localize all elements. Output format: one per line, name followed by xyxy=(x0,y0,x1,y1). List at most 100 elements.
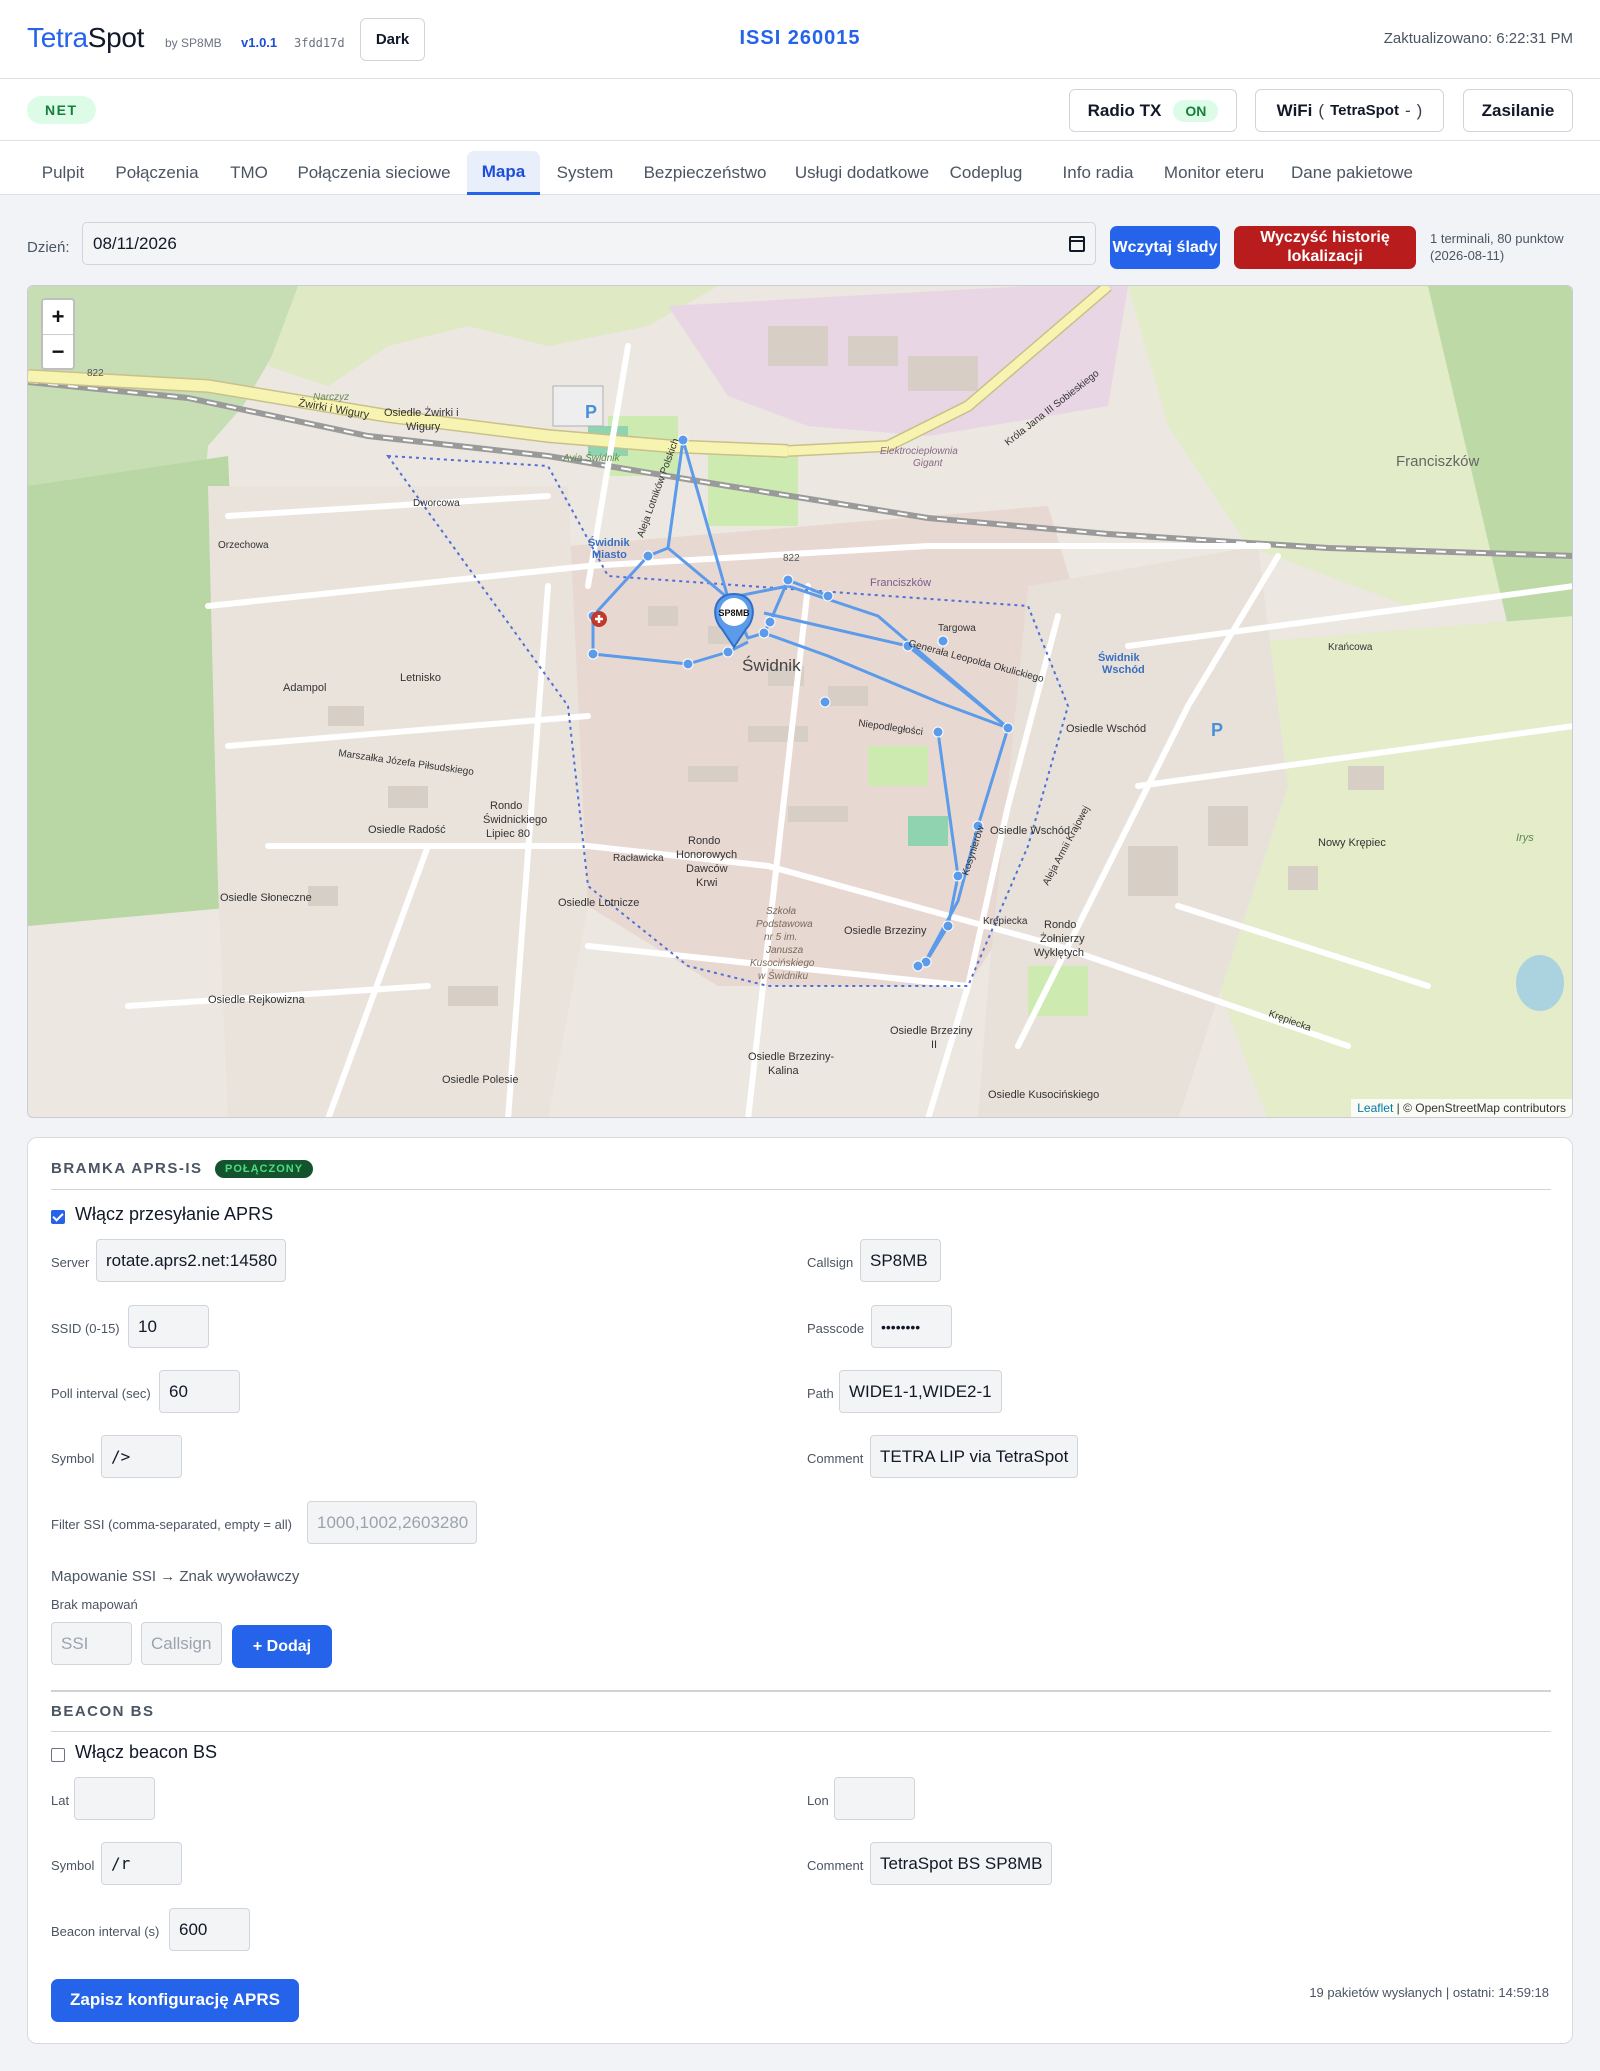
station-label-swidnik-wschod: Świdnik xyxy=(1098,651,1140,664)
lon-label: Lon xyxy=(807,1793,829,1808)
zoom-in-button[interactable]: + xyxy=(43,300,73,334)
aprs-enable-checkbox[interactable] xyxy=(51,1210,65,1224)
callsign-label: Callsign xyxy=(807,1255,854,1270)
add-mapping-button[interactable]: + Dodaj xyxy=(232,1625,332,1668)
place-label-rondo-krwi-4: Krwi xyxy=(696,877,717,889)
passcode-input[interactable]: •••••••• xyxy=(871,1305,952,1348)
place-label-os-rejkowizna: Osiedle Rejkowizna xyxy=(208,994,305,1006)
callsign-input[interactable]: SP8MB xyxy=(860,1239,941,1282)
calendar-icon[interactable] xyxy=(1069,235,1085,252)
tab-mapa[interactable]: Mapa xyxy=(467,151,540,195)
place-label-rondo-lipiec-2: Świdnickiego xyxy=(483,813,547,826)
place-label-os-polesie: Osiedle Polesie xyxy=(442,1074,518,1086)
road-number-822: 822 xyxy=(87,368,104,379)
tab-system[interactable]: System xyxy=(548,151,622,195)
wifi-button[interactable]: WiFi ( TetraSpot - ) xyxy=(1255,89,1444,132)
tab-monitor-eteru[interactable]: Monitor eteru xyxy=(1158,151,1270,195)
day-label: Dzień: xyxy=(27,239,70,256)
beacon-section-title: BEACON BS xyxy=(51,1703,155,1720)
zoom-out-button[interactable]: − xyxy=(43,334,73,368)
place-label-swidnik: Świdnik xyxy=(742,656,801,675)
place-label-os-zwirki: Osiedle Żwirki i xyxy=(384,406,459,419)
lat-input[interactable] xyxy=(74,1777,155,1820)
industrial-label-2: Gigant xyxy=(913,458,944,469)
clear-history-button[interactable]: Wyczyść historię lokalizacji xyxy=(1234,226,1416,269)
top-header: TetraSpot by SP8MB v1.0.1 3fdd17d Dark I… xyxy=(0,0,1600,79)
lon-input[interactable] xyxy=(834,1777,915,1820)
ssid-input[interactable]: 10 xyxy=(128,1305,209,1348)
theme-toggle-button[interactable]: Dark xyxy=(360,18,425,61)
place-label-rondo-zolnierzy-3: Wyklętych xyxy=(1034,947,1084,959)
tab-bezpieczenstwo[interactable]: Bezpieczeństwo xyxy=(631,151,779,195)
beacon-symbol-input[interactable]: /r xyxy=(101,1842,182,1885)
load-tracks-button[interactable]: Wczytaj ślady xyxy=(1110,226,1220,269)
tab-tmo[interactable]: TMO xyxy=(216,151,282,195)
school-label-4: Janusza xyxy=(765,945,804,956)
wifi-open-paren: ( xyxy=(1318,100,1325,120)
passcode-label: Passcode xyxy=(807,1321,865,1336)
place-label-rondo-zolnierzy-2: Żołnierzy xyxy=(1040,932,1085,945)
comment-input[interactable]: TETRA LIP via TetraSpot xyxy=(870,1435,1078,1478)
main-tabs: Pulpit Połączenia TMO Połączenia sieciow… xyxy=(0,141,1600,195)
station-label-swidnik-miasto: Świdnik xyxy=(588,536,630,549)
street-label-orzechowa: Orzechowa xyxy=(218,540,269,551)
place-label-os-wschod: Osiedle Wschód xyxy=(1066,723,1146,735)
school-label-5: Kusocińskiego xyxy=(750,958,815,969)
aprs-enable-label: Włącz przesyłanie APRS xyxy=(75,1204,274,1224)
filter-ssi-label: Filter SSI (comma-separated, empty = all… xyxy=(51,1517,292,1532)
tab-codeplug[interactable]: Codeplug xyxy=(945,151,1027,195)
server-input[interactable]: rotate.aprs2.net:14580 xyxy=(96,1239,286,1282)
symbol-input[interactable]: /> xyxy=(101,1435,182,1478)
wifi-close-paren: ) xyxy=(1416,100,1423,120)
street-label-dworcowa: Dworcowa xyxy=(413,498,460,509)
place-label-franciszkow: Franciszków xyxy=(1396,453,1480,470)
place-label-os-lotnicze: Osiedle Lotnicze xyxy=(558,897,639,909)
place-label-os-radosc: Osiedle Radość xyxy=(368,824,446,836)
comment-label: Comment xyxy=(807,1451,864,1466)
status-bar: NET Radio TX ON WiFi ( TetraSpot - ) Zas… xyxy=(0,79,1600,141)
tab-uslugi-dodatkowe[interactable]: Usługi dodatkowe xyxy=(788,151,936,195)
beacon-divider xyxy=(51,1731,1551,1732)
place-label-os-sloneczne: Osiedle Słoneczne xyxy=(220,892,312,904)
filter-ssi-input[interactable]: 1000,1002,2603280 xyxy=(307,1501,477,1544)
school-label-3: nr 5 im. xyxy=(764,932,797,943)
place-label-irys: Irys xyxy=(1516,832,1534,844)
aprs-connection-badge: POŁĄCZONY xyxy=(215,1160,314,1178)
tab-polaczenia[interactable]: Połączenia xyxy=(107,151,207,195)
aprs-config-card: BRAMKA APRS-IS POŁĄCZONY Włącz przesyłan… xyxy=(27,1137,1573,2044)
logo-part-spot: Spot xyxy=(87,22,145,53)
ssid-label: SSID (0-15) xyxy=(51,1321,120,1336)
mapping-callsign-input[interactable]: Callsign xyxy=(141,1622,222,1665)
place-label-os-zwirki-2: Wigury xyxy=(406,421,441,433)
wifi-label: WiFi xyxy=(1276,100,1313,120)
school-label-1: Szkoła xyxy=(766,906,796,917)
beacon-comment-input[interactable]: TetraSpot BS SP8MB xyxy=(870,1842,1052,1885)
map-view[interactable]: SP8MB Świdnik Franciszków Franciszków Św… xyxy=(27,285,1573,1118)
beacon-interval-input[interactable]: 600 xyxy=(169,1908,250,1951)
beacon-interval-label: Beacon interval (s) xyxy=(51,1924,160,1939)
date-input[interactable]: 08/11/2026 xyxy=(82,222,1096,265)
mapping-ssi-input[interactable]: SSI xyxy=(51,1622,132,1665)
place-label-adampol: Adampol xyxy=(283,682,326,694)
net-status-badge: NET xyxy=(27,96,96,124)
poll-interval-input[interactable]: 60 xyxy=(159,1370,240,1413)
path-input[interactable]: WIDE1-1,WIDE2-1 xyxy=(839,1370,1002,1413)
poll-interval-label: Poll interval (sec) xyxy=(51,1386,151,1401)
radio-tx-button[interactable]: Radio TX ON xyxy=(1069,89,1237,132)
tab-polaczenia-sieciowe[interactable]: Połączenia sieciowe xyxy=(291,151,457,195)
power-button[interactable]: Zasilanie xyxy=(1463,89,1573,132)
beacon-enable-label: Włącz beacon BS xyxy=(75,1742,218,1762)
map-attribution: Leaflet | © OpenStreetMap contributors xyxy=(1351,1099,1572,1117)
tab-dane-pakietowe[interactable]: Dane pakietowe xyxy=(1288,151,1416,195)
place-label-os-brzeziny-kalina: Osiedle Brzeziny- xyxy=(748,1051,835,1063)
tab-pulpit[interactable]: Pulpit xyxy=(27,151,99,195)
stadium-label: Avia Świdnik xyxy=(562,451,621,464)
beacon-enable-checkbox[interactable] xyxy=(51,1748,65,1762)
save-aprs-button[interactable]: Zapisz konfigurację APRS xyxy=(51,1979,299,2022)
tab-info-radia[interactable]: Info radia xyxy=(1053,151,1143,195)
place-label-os-brzeziny: Osiedle Brzeziny xyxy=(844,925,927,937)
school-label-2: Podstawowa xyxy=(756,919,813,930)
place-label-franciszkow-small: Franciszków xyxy=(870,577,931,589)
street-label-krepiecka: Krępiecka xyxy=(983,916,1028,927)
leaflet-link[interactable]: Leaflet xyxy=(1357,1101,1393,1115)
